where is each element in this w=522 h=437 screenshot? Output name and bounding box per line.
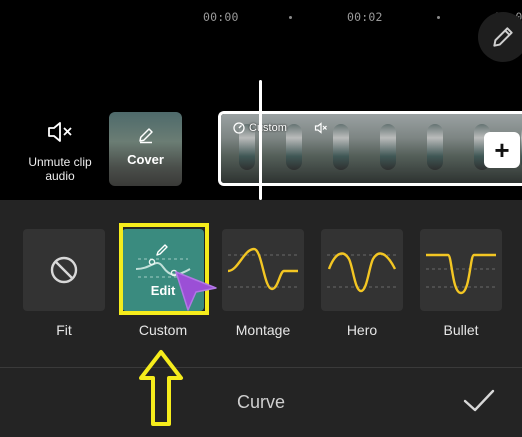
speed-gauge-icon: [233, 122, 245, 134]
panel-title: Curve: [236, 392, 285, 412]
clip-frame: [409, 114, 459, 183]
cursor-icon: [175, 271, 217, 311]
cover-button[interactable]: Cover: [109, 112, 182, 186]
clip-tag-label: Custom: [249, 122, 287, 134]
option-label: Custom: [138, 322, 188, 338]
speaker-muted-icon: [314, 122, 327, 134]
option-label: Hero: [346, 322, 378, 338]
up-arrow-icon: [139, 350, 183, 426]
bottom-bar: Curve: [0, 367, 522, 437]
edit-icon: [139, 128, 153, 144]
speed-option-bullet[interactable]: [420, 229, 502, 311]
plus-icon: +: [494, 135, 510, 165]
unmute-clip-audio-button[interactable]: Unmute clip audio: [20, 120, 100, 183]
option-label: Bullet: [443, 322, 479, 338]
tick-label: 00:00: [203, 10, 239, 24]
video-clip-strip[interactable]: Custom: [218, 111, 522, 186]
tick-dot: [289, 16, 292, 19]
pen-button[interactable]: [478, 12, 522, 62]
check-icon[interactable]: [462, 388, 496, 414]
speed-option-hero[interactable]: [321, 229, 403, 311]
time-ruler: 00:00 00:02 00:04: [0, 10, 522, 26]
tick-label: 00:02: [347, 10, 383, 24]
timeline-area: 00:00 00:02 00:04 Unmute clip audio Cove…: [0, 0, 522, 200]
speed-option-montage[interactable]: [222, 229, 304, 311]
speaker-muted-icon: [48, 122, 72, 142]
pen-icon: [493, 27, 513, 47]
montage-curve-icon: [227, 247, 298, 291]
clip-frame: [362, 114, 412, 183]
playhead[interactable]: [259, 80, 262, 200]
unmute-label: Unmute clip audio: [28, 155, 92, 183]
slash-circle-icon: [50, 256, 78, 284]
tick-dot: [437, 16, 440, 19]
option-label: Fit: [56, 322, 72, 338]
add-clip-button[interactable]: +: [484, 132, 520, 168]
bullet-curve-icon: [426, 253, 496, 295]
speed-option-fit[interactable]: [23, 229, 105, 311]
hero-curve-icon: [327, 252, 397, 293]
cover-label: Cover: [127, 152, 164, 167]
option-label: Montage: [235, 322, 291, 338]
